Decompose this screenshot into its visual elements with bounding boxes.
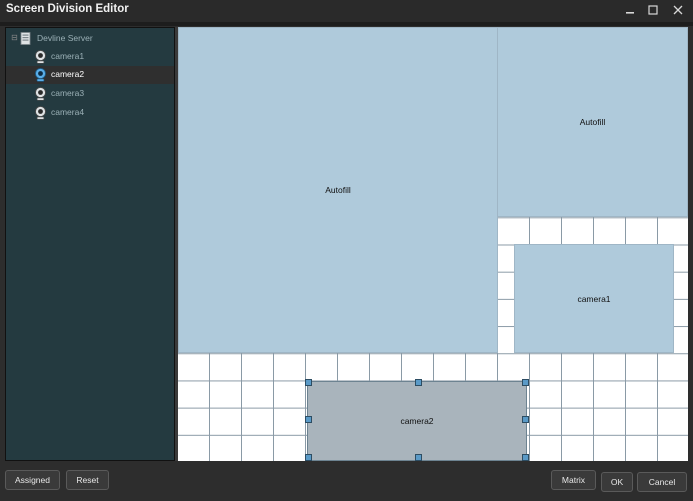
close-button[interactable] (665, 0, 691, 20)
dialog-footer: Assigned Reset Matrix OK Cancel (0, 461, 693, 501)
close-icon (673, 5, 683, 15)
cancel-button[interactable]: Cancel (637, 472, 687, 492)
tree-node-camera2[interactable]: camera2 (6, 66, 174, 84)
camera-label: camera3 (51, 88, 85, 98)
camera-label: camera4 (51, 107, 85, 117)
window-title: Screen Division Editor (6, 3, 129, 15)
assigned-button[interactable]: Assigned (5, 470, 60, 490)
tree-node-camera3[interactable]: camera3 (6, 85, 174, 103)
resize-handle-top-left[interactable] (305, 379, 312, 386)
webcam-icon (35, 87, 46, 101)
webcam-icon (35, 50, 46, 64)
resize-handle-bottom-right[interactable] (522, 454, 529, 461)
tree-node-camera1[interactable]: camera1 (6, 48, 174, 66)
resize-handle-left[interactable] (305, 416, 312, 423)
resize-handle-bottom[interactable] (415, 454, 422, 461)
layout-canvas[interactable]: Autofill Autofill camera1 camera2 (178, 27, 688, 461)
region-label: camera1 (577, 293, 611, 304)
minimize-icon (626, 12, 634, 14)
resize-handle-top-right[interactable] (522, 379, 529, 386)
webcam-icon (35, 68, 46, 82)
title-bar: Screen Division Editor (0, 0, 693, 22)
resize-handle-right[interactable] (522, 416, 529, 423)
autofill-region-small[interactable]: Autofill (497, 27, 688, 217)
title-divider (0, 22, 693, 26)
maximize-icon (648, 5, 658, 15)
camera-label: camera1 (51, 51, 85, 61)
collapse-icon[interactable]: ⊟ (11, 34, 18, 42)
server-label: Devline Server (37, 33, 93, 43)
region-label: Autofill (325, 185, 351, 195)
autofill-region-large[interactable]: Autofill (178, 27, 498, 353)
region-label: Autofill (579, 117, 606, 127)
ok-button[interactable]: OK (601, 472, 633, 492)
camera1-region[interactable]: camera1 (514, 244, 674, 353)
tree-node-server[interactable]: ⊟ Devline Server (6, 30, 174, 48)
maximize-button[interactable] (640, 0, 666, 20)
webcam-icon (35, 106, 46, 120)
reset-button[interactable]: Reset (66, 470, 109, 490)
tree-node-camera4[interactable]: camera4 (6, 104, 174, 122)
camera2-region[interactable]: camera2 (307, 381, 527, 461)
device-tree[interactable]: ⊟ Devline Server camera1 camera2 camera3… (5, 27, 175, 461)
camera-label: camera2 (51, 69, 85, 79)
region-label: camera2 (400, 416, 434, 426)
resize-handle-bottom-left[interactable] (305, 454, 312, 461)
matrix-button[interactable]: Matrix (551, 470, 596, 490)
resize-handle-top[interactable] (415, 379, 422, 386)
server-icon (20, 32, 31, 45)
